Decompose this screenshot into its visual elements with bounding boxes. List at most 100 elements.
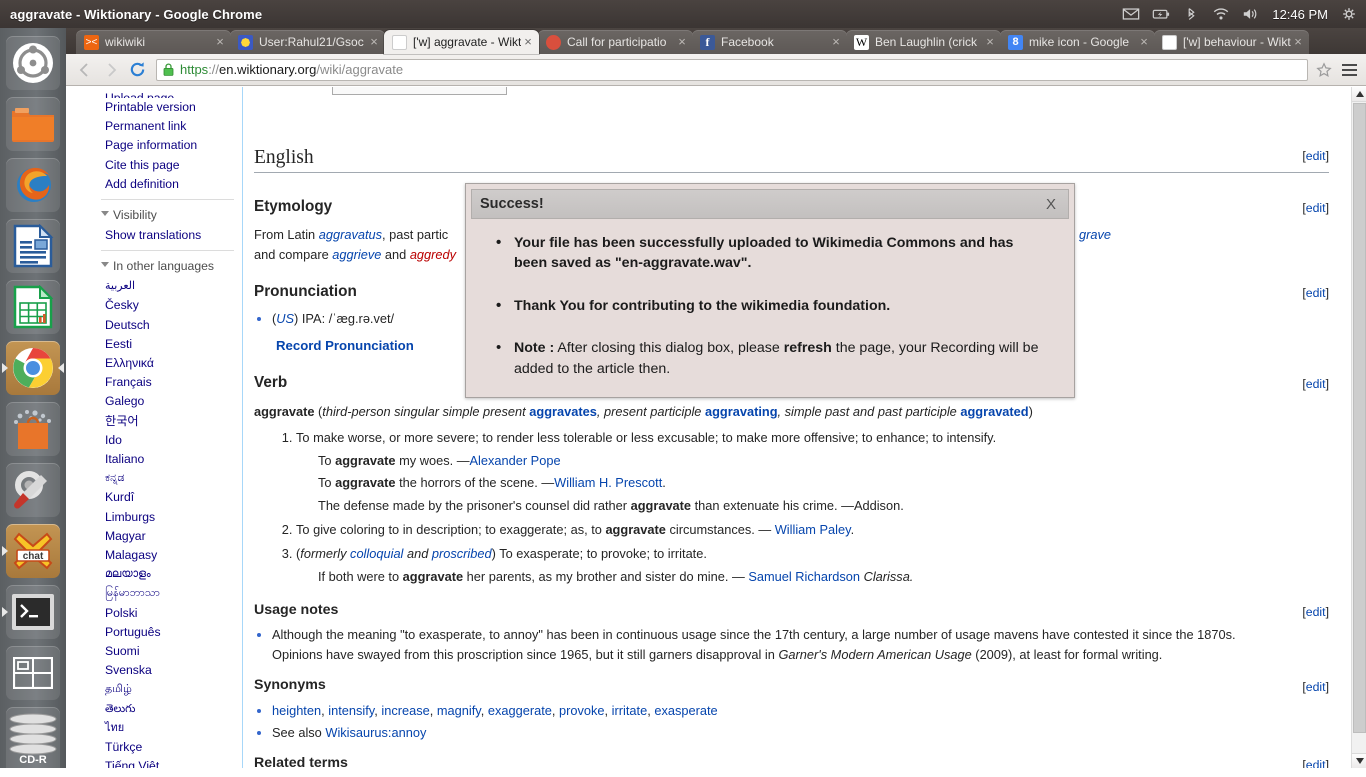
browser-tab-0[interactable]: >< wikiwiki ×	[76, 30, 231, 54]
sidebar-language-16[interactable]: မြန်မာဘာသာ	[105, 584, 242, 603]
cd-burner-icon[interactable]: CD-R	[6, 707, 60, 777]
tab-close-icon[interactable]: ×	[983, 35, 997, 49]
edit-link-pronunciation[interactable]: [edit]	[1302, 284, 1329, 303]
sidebar-tool-1[interactable]: Permanent link	[105, 117, 242, 136]
clock[interactable]: 12:46 PM	[1272, 7, 1328, 22]
edit-link-etymology[interactable]: [edit]	[1302, 199, 1329, 218]
citation-link[interactable]: William H. Prescott	[554, 475, 662, 490]
sidebar-languages-heading[interactable]: In other languages	[101, 250, 234, 276]
edit-link-usage-notes[interactable]: [edit]	[1302, 603, 1329, 622]
sidebar-clipped-item[interactable]: Upload page	[105, 89, 242, 98]
hamburger-menu-icon[interactable]	[1338, 58, 1360, 82]
sidebar-language-18[interactable]: Português	[105, 623, 242, 642]
sidebar-language-3[interactable]: Eesti	[105, 335, 242, 354]
browser-tab-6[interactable]: 8 mike icon - Google ×	[1000, 30, 1155, 54]
scrollbar-thumb[interactable]	[1353, 103, 1366, 733]
tab-close-icon[interactable]: ×	[675, 35, 689, 49]
address-bar[interactable]: https://en.wiktionary.org/wiki/aggravate	[156, 58, 1308, 81]
sidebar-language-11[interactable]: Kurdî	[105, 488, 242, 507]
record-pronunciation-label[interactable]: Record Pronunciation	[276, 338, 414, 353]
synonym-6[interactable]: irritate	[612, 703, 648, 718]
edit-label[interactable]: edit	[1306, 149, 1326, 163]
synonym-4[interactable]: exaggerate	[488, 703, 552, 718]
citation-link[interactable]: William Paley	[775, 522, 851, 537]
sidebar-language-21[interactable]: தமிழ்	[105, 680, 242, 699]
sidebar-language-15[interactable]: മലയാളം	[105, 565, 242, 584]
terminal-icon[interactable]	[2, 585, 60, 639]
sidebar-language-9[interactable]: Italiano	[105, 450, 242, 469]
citation-link[interactable]: Alexander Pope	[470, 453, 561, 468]
link-grave[interactable]: grave	[1079, 227, 1111, 242]
sidebar-language-22[interactable]: తెలుగు	[105, 700, 242, 719]
sidebar-language-24[interactable]: Türkçe	[105, 738, 242, 757]
infl-form-1[interactable]: aggravates	[529, 404, 597, 419]
forward-button[interactable]	[98, 57, 124, 83]
ubuntu-dash-icon[interactable]	[6, 36, 60, 90]
tab-close-icon[interactable]: ×	[367, 35, 381, 49]
libreoffice-writer-icon[interactable]	[6, 219, 60, 273]
browser-tab-3[interactable]: Call for participatio ×	[538, 30, 693, 54]
back-button[interactable]	[72, 57, 98, 83]
sidebar-language-4[interactable]: Ελληνικά	[105, 354, 242, 373]
sidebar-language-6[interactable]: Galego	[105, 392, 242, 411]
sidebar-tool-0[interactable]: Printable version	[105, 98, 242, 117]
xchat-icon[interactable]: chat	[2, 524, 60, 578]
firefox-icon[interactable]	[6, 158, 60, 212]
sidebar-language-10[interactable]: ಕನ್ನಡ	[105, 469, 242, 488]
edit-link-synonyms[interactable]: [edit]	[1302, 678, 1329, 697]
wifi-icon[interactable]	[1212, 6, 1230, 22]
link-aggrieve[interactable]: aggrieve	[332, 247, 381, 262]
edit-link-related-terms[interactable]: [edit]	[1302, 756, 1329, 768]
battery-icon[interactable]	[1152, 6, 1170, 22]
edit-label[interactable]: edit	[1306, 680, 1326, 694]
link-aggredy[interactable]: aggredy	[410, 247, 456, 262]
link-wikisaurus-annoy[interactable]: Wikisaurus:annoy	[325, 725, 426, 740]
edit-label[interactable]: edit	[1306, 377, 1326, 391]
bluetooth-icon[interactable]	[1182, 6, 1200, 22]
synonym-1[interactable]: intensify	[328, 703, 374, 718]
edit-label[interactable]: edit	[1306, 758, 1326, 768]
tab-close-icon[interactable]: ×	[829, 35, 843, 49]
synonym-5[interactable]: provoke	[559, 703, 605, 718]
sidebar-language-13[interactable]: Magyar	[105, 527, 242, 546]
system-settings-icon[interactable]	[6, 463, 60, 517]
volume-icon[interactable]	[1242, 6, 1260, 22]
scroll-down-icon[interactable]	[1352, 753, 1366, 768]
ubuntu-software-center-icon[interactable]	[6, 402, 60, 456]
gear-icon[interactable]	[1340, 6, 1358, 22]
close-icon[interactable]: X	[1042, 196, 1060, 213]
edit-link-verb[interactable]: [edit]	[1302, 375, 1329, 394]
sidebar-visibility-item-0[interactable]: Show translations	[105, 226, 242, 245]
files-icon[interactable]	[6, 97, 60, 151]
link-colloquial[interactable]: colloquial	[350, 546, 403, 561]
synonym-3[interactable]: magnify	[437, 703, 481, 718]
browser-tab-4[interactable]: f Facebook ×	[692, 30, 847, 54]
sidebar-language-12[interactable]: Limburgs	[105, 508, 242, 527]
workspace-switcher-icon[interactable]	[6, 646, 60, 700]
browser-tab-2[interactable]: ['w] aggravate - Wiktion×	[384, 30, 539, 54]
scroll-up-icon[interactable]	[1352, 87, 1366, 102]
mail-icon[interactable]	[1122, 6, 1140, 22]
sidebar-language-19[interactable]: Suomi	[105, 642, 242, 661]
page-scrollbar[interactable]	[1351, 87, 1366, 768]
link-aggravatus[interactable]: aggravatus	[319, 227, 382, 242]
tab-close-icon[interactable]: ×	[1291, 35, 1305, 49]
sidebar-language-25[interactable]: Tiếng Việt	[105, 757, 242, 768]
browser-tab-5[interactable]: W Ben Laughlin (crick ×	[846, 30, 1001, 54]
libreoffice-calc-icon[interactable]	[6, 280, 60, 334]
sidebar-language-2[interactable]: Deutsch	[105, 316, 242, 335]
synonym-7[interactable]: exasperate	[654, 703, 717, 718]
sidebar-language-8[interactable]: Ido	[105, 431, 242, 450]
edit-label[interactable]: edit	[1306, 605, 1326, 619]
tab-close-icon[interactable]: ×	[213, 35, 227, 49]
reload-button[interactable]	[124, 57, 150, 83]
google-chrome-icon[interactable]	[2, 341, 64, 395]
tab-close-icon[interactable]: ×	[521, 35, 535, 49]
sidebar-language-1[interactable]: Česky	[105, 296, 242, 315]
sidebar-language-20[interactable]: Svenska	[105, 661, 242, 680]
tab-close-icon[interactable]: ×	[1137, 35, 1151, 49]
sidebar-visibility-heading[interactable]: Visibility	[101, 199, 234, 225]
sidebar-language-5[interactable]: Français	[105, 373, 242, 392]
star-icon[interactable]	[1316, 61, 1332, 78]
accent-label[interactable]: US	[276, 311, 294, 326]
